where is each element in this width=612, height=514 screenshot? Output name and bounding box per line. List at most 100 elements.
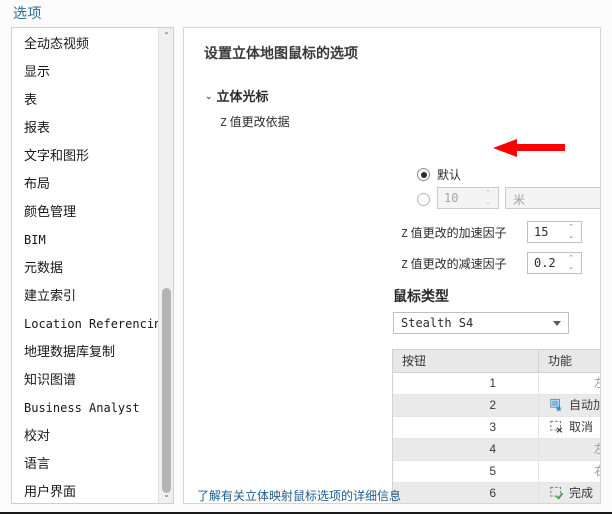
table-row[interactable]: 1 左移 (393, 373, 601, 395)
stepper-down-icon[interactable]: ⌄ (485, 199, 491, 206)
cell-function[interactable]: 左移 (539, 373, 601, 394)
mouse-type-section-title: 鼠标类型 (393, 286, 449, 306)
custom-distance-stepper[interactable]: 10 ⌃ ⌄ (437, 187, 499, 209)
button-mapping-table[interactable]: 按钮 功能 1左移2自动加载3取消4左键5右键6完成 (392, 349, 601, 504)
mouse-type-select[interactable]: Stealth S4 (393, 312, 569, 334)
sidebar-item[interactable]: 知识图谱 (12, 366, 159, 394)
stepper-up-icon[interactable]: ⌃ (485, 190, 491, 197)
cell-button-number: 3 (393, 417, 539, 438)
sidebar-item[interactable]: 建立索引 (12, 282, 159, 310)
cell-button-number: 2 (393, 395, 539, 416)
radio-default[interactable] (417, 168, 430, 181)
sidebar-item-label: 全动态视频 (24, 36, 89, 51)
sidebar-item-label: Location Referencing (24, 317, 169, 331)
stepper-arrows-icon[interactable]: ⌃ ⌄ (482, 189, 494, 209)
sidebar-scrollbar[interactable]: ⌃ ⌄ (158, 28, 173, 503)
z-basis-default-radio-row[interactable]: 默认 (417, 166, 461, 183)
sidebar-item-label: 元数据 (24, 260, 63, 275)
z-basis-text: 值更改依据 (230, 115, 290, 129)
function-label: 自动加载 (569, 398, 601, 412)
chevron-down-icon[interactable]: ⌄ (205, 91, 213, 102)
z-accel-factor-value: 15 (534, 225, 548, 239)
cell-function[interactable]: 右键 (539, 461, 601, 482)
stepper-arrows-icon[interactable]: ⌃ ⌄ (565, 223, 577, 243)
stereo-cursor-group-header[interactable]: ⌄ 立体光标 (205, 86, 269, 105)
sidebar-item-label: 表 (24, 92, 37, 107)
sidebar-item-list[interactable]: 全动态视频显示表报表文字和图形布局颜色管理 BIM 元数据建立索引Location … (12, 30, 159, 504)
accel-label-text: 值更改的加速因子 (411, 226, 507, 240)
sidebar-item[interactable]: 文字和图形 (12, 142, 159, 170)
sidebar-item[interactable]: 用户界面 (12, 478, 159, 504)
scrollbar-thumb[interactable] (162, 288, 171, 493)
table-body: 1 左移 2 自动加载 3取消4左键5 右键 6 完成 (393, 373, 601, 504)
decel-label-text: 值更改的减速因子 (411, 257, 507, 271)
sidebar-item[interactable]: 颜色管理 (12, 198, 159, 226)
cell-button-number: 1 (393, 373, 539, 394)
sidebar-item[interactable]: 报表 (12, 114, 159, 142)
stepper-down-icon[interactable]: ⌄ (568, 264, 574, 271)
radio-default-label: 默认 (437, 168, 461, 182)
options-content-panel: 设置立体地图鼠标的选项 ⌄立体光标 Z值更改依据 默认 10 ⌃ ⌄ 米 (183, 27, 601, 504)
chevron-down-icon[interactable] (553, 321, 561, 326)
z-decel-factor-value: 0.2 (534, 256, 556, 270)
sidebar-item[interactable]: 元数据 (12, 254, 159, 282)
table-row[interactable]: 6 完成 (393, 483, 601, 504)
cell-button-number: 5 (393, 461, 539, 482)
scroll-up-arrow-icon[interactable]: ⌃ (159, 28, 174, 44)
column-header-function: 功能 (539, 350, 601, 372)
sidebar-item[interactable]: Business Analyst (12, 394, 159, 422)
stepper-arrows-icon[interactable]: ⌃ ⌄ (565, 254, 577, 274)
cancel-icon (549, 420, 564, 434)
sidebar-item[interactable]: Location Referencing (12, 310, 159, 338)
z-axis-char: Z (220, 116, 227, 129)
table-row[interactable]: 3取消 (393, 417, 601, 439)
sidebar-item-label: 颜色管理 (24, 204, 76, 219)
sidebar-item-label: 报表 (24, 120, 50, 135)
sidebar-item-label: 校对 (24, 428, 50, 443)
cell-button-number: 6 (393, 483, 539, 504)
finish-icon (549, 486, 564, 500)
sidebar-item-label: 地理数据库复制 (24, 344, 115, 359)
learn-more-link[interactable]: 了解有关立体映射鼠标选项的详细信息 (197, 487, 401, 504)
sidebar-item[interactable]: 语言 (12, 450, 159, 478)
dialog-title: 选项 (13, 3, 42, 23)
function-label: 左移 (594, 376, 601, 390)
table-row[interactable]: 4左键 (393, 439, 601, 461)
sidebar-item[interactable]: BIM (12, 226, 159, 254)
cell-function[interactable]: 左键 (539, 439, 601, 460)
distance-unit-select[interactable]: 米 (505, 187, 601, 209)
stepper-up-icon[interactable]: ⌃ (568, 224, 574, 231)
sidebar-item[interactable]: 校对 (12, 422, 159, 450)
z-basis-custom-radio-row[interactable] (417, 192, 430, 206)
table-row[interactable]: 2 自动加载 (393, 395, 601, 417)
z-axis-char: Z (401, 258, 408, 271)
cell-button-number: 4 (393, 439, 539, 460)
function-label: 完成 (569, 486, 593, 500)
cell-function[interactable]: 完成 (539, 483, 601, 504)
options-category-sidebar[interactable]: 全动态视频显示表报表文字和图形布局颜色管理BIM元数据建立索引Location … (11, 27, 174, 504)
scroll-down-arrow-icon[interactable]: ⌄ (159, 487, 174, 503)
sidebar-item-label: 语言 (24, 456, 50, 471)
z-accel-factor-stepper[interactable]: 15 ⌃ ⌄ (527, 221, 582, 243)
group-header-label: 立体光标 (217, 89, 269, 104)
function-label: 右键 (594, 464, 601, 478)
table-row[interactable]: 5 右键 (393, 461, 601, 483)
sidebar-item[interactable]: 布局 (12, 170, 159, 198)
stepper-down-icon[interactable]: ⌄ (568, 233, 574, 240)
sidebar-item[interactable]: 显示 (12, 58, 159, 86)
sidebar-item-label: 知识图谱 (24, 372, 76, 387)
cell-function[interactable]: 自动加载 (539, 395, 601, 416)
sidebar-item[interactable]: 地理数据库复制 (12, 338, 159, 366)
sidebar-item[interactable]: 全动态视频 (12, 30, 159, 58)
sidebar-item-label: BIM (24, 233, 46, 247)
sidebar-item[interactable]: 表 (12, 86, 159, 114)
page-title: 设置立体地图鼠标的选项 (204, 43, 358, 63)
sidebar-item-label: 文字和图形 (24, 148, 89, 163)
z-accel-factor-label: Z值更改的加速因子 (401, 224, 507, 241)
sidebar-item-label: Business Analyst (24, 401, 140, 415)
radio-custom[interactable] (417, 193, 430, 206)
stepper-up-icon[interactable]: ⌃ (568, 255, 574, 262)
options-dialog: 选项 全动态视频显示表报表文字和图形布局颜色管理BIM元数据建立索引Locati… (0, 0, 612, 514)
cell-function[interactable]: 取消 (539, 417, 601, 438)
z-decel-factor-stepper[interactable]: 0.2 ⌃ ⌄ (527, 252, 582, 274)
